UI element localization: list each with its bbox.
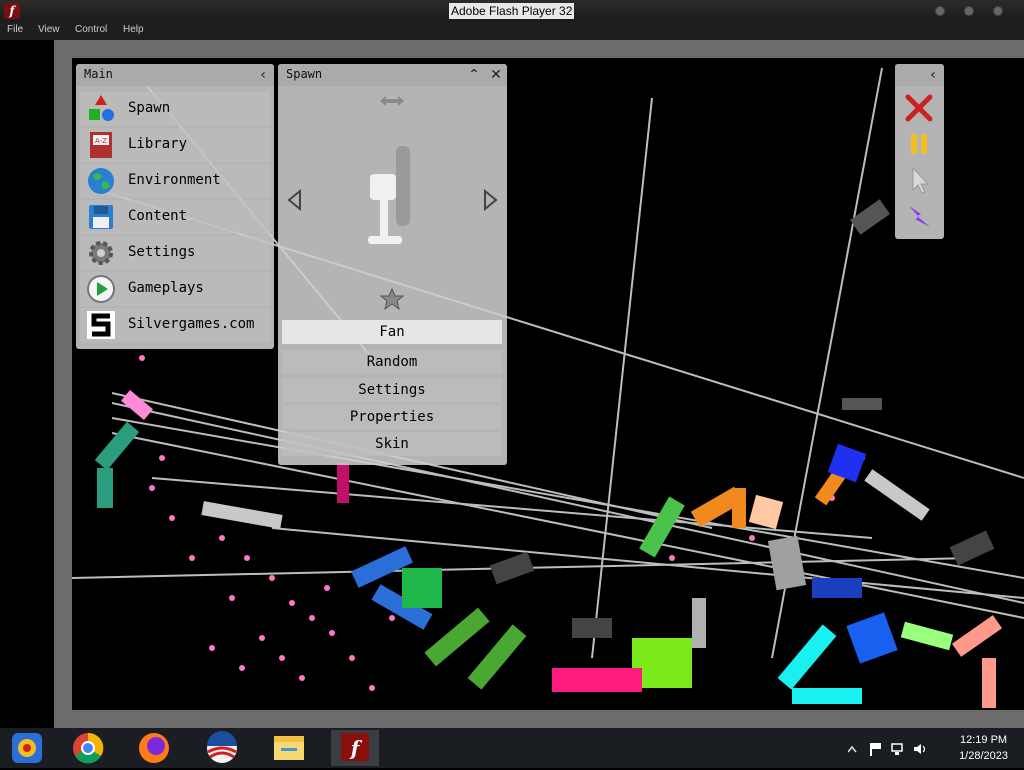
flash-player-icon: f [341,733,369,761]
taskbar-flash-player[interactable]: f [331,730,379,766]
window-title: Adobe Flash Player 32 [449,3,575,19]
main-item-content[interactable]: Content [80,200,270,234]
chevron-up-icon[interactable]: ⌃ [465,66,483,84]
minimize-button[interactable] [935,6,945,16]
favorite-star-icon[interactable] [380,288,404,310]
tray-chevron-up-icon [848,745,857,753]
main-item-label: Silvergames.com [128,316,255,332]
svg-text:A-Z: A-Z [95,137,107,145]
main-item-silvergames[interactable]: Silvergames.com [80,308,270,342]
volume-icon [914,744,921,754]
spawn-panel-title: Spawn [286,67,323,81]
main-item-environment[interactable]: Environment [80,164,270,198]
firefox-icon [139,733,169,763]
flip-arrows-icon[interactable] [378,94,406,108]
maximize-button[interactable] [964,6,974,16]
taskbar: f 12:19 PM 1/28/2023 [0,728,1024,768]
next-arrow-icon[interactable] [481,189,499,211]
obama-logo-icon [207,731,237,763]
main-panel: Main ‹ Spawn A-Z Library Environment Con… [76,64,274,349]
tray-clock[interactable]: 12:19 PM 1/28/2023 [959,732,1008,764]
main-item-settings[interactable]: Settings [80,236,270,270]
main-panel-title: Main [84,67,113,81]
main-item-label: Library [128,136,188,152]
main-panel-header[interactable]: Main ‹ [76,64,274,86]
menu-help[interactable]: Help [123,24,144,35]
chrome-icon [73,732,104,764]
cursor-icon[interactable] [903,164,935,196]
lightning-icon[interactable] [903,200,935,232]
delete-x-icon[interactable] [903,92,935,124]
main-item-library[interactable]: A-Z Library [80,128,270,162]
book-icon: A-Z [90,132,112,158]
skin-button[interactable]: Skin [282,432,502,456]
silvergames-logo-icon [87,311,115,339]
network-icon [891,743,903,752]
spawn-panel: Spawn ⌃ ✕ Fan Random Settings Properties… [278,64,507,465]
spawn-selected-item[interactable]: Fan [282,320,502,344]
taskbar-chrome[interactable] [64,730,112,766]
globe-icon [88,168,114,194]
main-item-label: Content [128,208,188,224]
file-explorer-icon [274,736,304,760]
flag-icon [870,743,872,756]
system-tray [848,743,926,756]
tray-date: 1/28/2023 [959,750,1008,762]
properties-button[interactable]: Properties [282,405,502,429]
tool-panel-header[interactable]: ‹ [895,64,944,86]
flash-app-icon: f [4,3,20,19]
taskbar-obama[interactable] [198,730,246,766]
menu-control[interactable]: Control [75,24,107,35]
taskbar-app-icon[interactable] [4,730,52,766]
title-bar: f Adobe Flash Player 32 [0,0,1024,22]
menu-bar: File View Control Help [0,22,1024,40]
main-item-spawn[interactable]: Spawn [80,92,270,126]
close-icon[interactable]: ✕ [487,66,505,84]
tool-panel: ‹ [895,64,944,239]
fan-preview-icon [368,146,410,244]
app-icon [12,733,42,763]
close-button[interactable] [993,6,1003,16]
collapse-icon[interactable]: ‹ [924,66,942,84]
spawn-settings-button[interactable]: Settings [282,378,502,402]
menu-view[interactable]: View [38,24,60,35]
gear-icon [89,241,113,265]
main-item-label: Spawn [128,100,171,116]
pause-icon[interactable] [903,128,935,160]
spawn-panel-header[interactable]: Spawn ⌃ ✕ [278,64,507,86]
random-button[interactable]: Random [282,350,502,374]
shapes-icon [89,95,114,121]
previous-arrow-icon[interactable] [286,189,304,211]
menu-file[interactable]: File [7,24,23,35]
floppy-disk-icon [89,205,113,229]
main-item-label: Settings [128,244,196,260]
taskbar-file-explorer[interactable] [265,730,313,766]
main-item-gameplays[interactable]: Gameplays [80,272,270,306]
tray-time: 12:19 PM [959,734,1008,746]
play-icon [87,275,115,303]
main-item-label: Gameplays [128,280,204,296]
collapse-icon[interactable]: ‹ [254,66,272,84]
taskbar-firefox[interactable] [130,730,178,766]
main-item-label: Environment [128,172,221,188]
